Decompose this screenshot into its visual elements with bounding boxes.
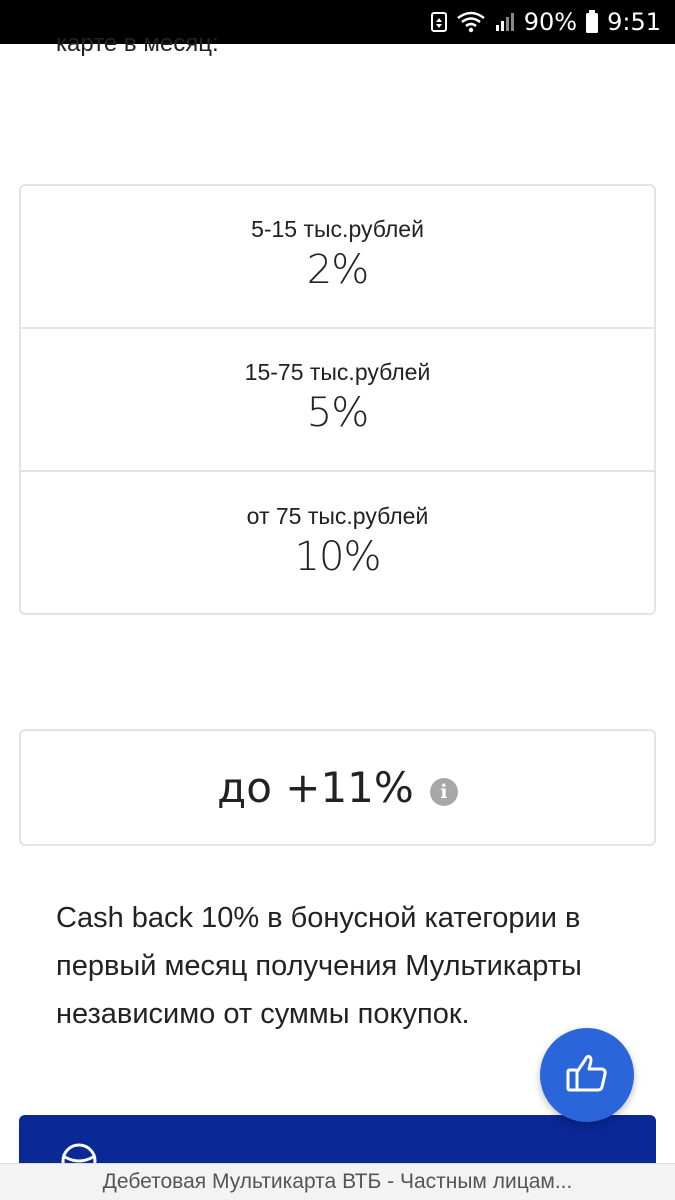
cashback-description: Cash back 10% в бонусной категории в пер… <box>56 902 582 1030</box>
tier-range: 5-15 тыс.рублей <box>251 216 424 242</box>
info-icon[interactable]: i <box>429 777 458 806</box>
wifi-icon <box>456 10 486 34</box>
tier-row: 5-15 тыс.рублей 2% <box>21 186 654 329</box>
cashback-tier-table: 5-15 тыс.рублей 2% 15-75 тыс.рублей 5% о… <box>19 184 656 615</box>
max-cashback-box: до +11% i <box>19 729 656 846</box>
tier-range: от 75 тыс.рублей <box>246 503 429 529</box>
tier-row: от 75 тыс.рублей 10% <box>21 472 654 615</box>
thumbs-up-icon <box>564 1050 610 1101</box>
data-saver-icon <box>430 11 448 33</box>
battery-percent: 90% <box>523 8 578 36</box>
clock: 9:51 <box>607 8 661 36</box>
page-title: Дебетовая Мультикарта ВТБ - Частным лица… <box>102 1170 573 1193</box>
intro-text: карте в месяц: <box>56 30 219 57</box>
signal-icon <box>494 11 516 33</box>
page-title-bar: Дебетовая Мультикарта ВТБ - Частным лица… <box>0 1163 675 1200</box>
tier-percent: 10% <box>294 534 382 580</box>
tier-percent: 2% <box>306 247 369 293</box>
tier-percent: 5% <box>306 390 369 436</box>
status-icons: 90% 9:51 <box>430 0 661 44</box>
tier-range: 15-75 тыс.рублей <box>244 359 431 385</box>
max-cashback-value: до +11% <box>217 763 414 812</box>
battery-icon <box>585 10 599 34</box>
like-button[interactable] <box>540 1028 634 1122</box>
tier-row: 15-75 тыс.рублей 5% <box>21 329 654 472</box>
